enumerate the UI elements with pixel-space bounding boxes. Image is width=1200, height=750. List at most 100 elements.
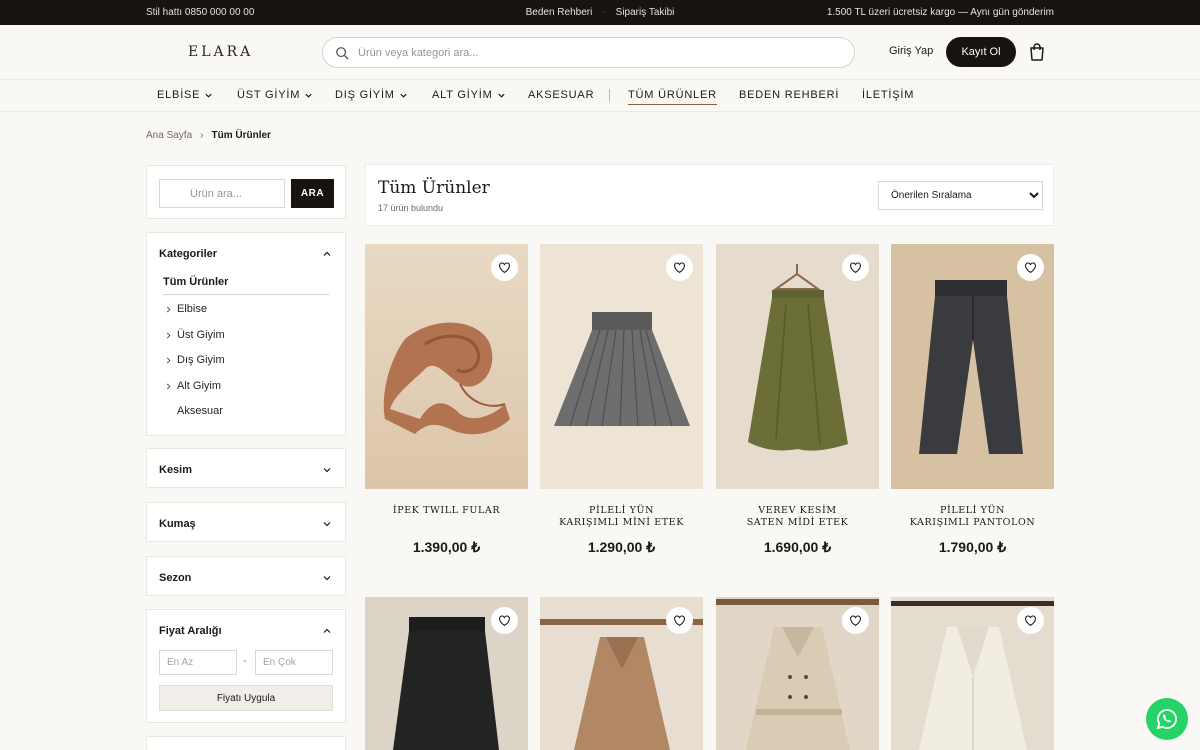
chevron-down-icon — [205, 93, 212, 98]
categories-panel: Kategoriler Tüm Ürünler Elbise Üst Giyim… — [146, 232, 346, 436]
product-card[interactable]: PİLELİ YÜN KARIŞIMLI MİNİ ETEK 1.290,00 … — [540, 244, 703, 556]
product-image[interactable] — [891, 597, 1054, 750]
chevron-down-icon — [323, 468, 331, 473]
nav-item-iletisim[interactable]: İLETİŞİM — [862, 89, 914, 101]
heart-icon — [499, 262, 510, 273]
category-ust-giyim[interactable]: Üst Giyim — [165, 329, 225, 341]
favorite-button[interactable] — [1017, 607, 1044, 634]
whatsapp-icon — [1156, 709, 1177, 730]
product-image[interactable] — [540, 244, 703, 489]
breadcrumb-separator: › — [200, 130, 204, 141]
category-dis-giyim[interactable]: Dış Giyim — [165, 354, 225, 366]
category-elbise[interactable]: Elbise — [165, 303, 207, 315]
login-link[interactable]: Giriş Yap — [889, 45, 933, 57]
nav-item-alt-giyim[interactable]: ALT GİYİM — [432, 89, 506, 101]
header-search — [322, 37, 855, 68]
product-card[interactable] — [540, 597, 703, 750]
product-image[interactable] — [716, 244, 879, 489]
shipping-promo-text: 1.500 TL üzeri ücretsiz kargo — Aynı gün… — [826, 7, 1054, 18]
product-price: 1.290,00 ₺ — [587, 539, 656, 555]
product-name[interactable]: VEREV KESİM SATEN MİDİ ETEK — [716, 505, 879, 529]
sidebar-search-button[interactable]: ARA — [291, 179, 334, 208]
product-image[interactable] — [540, 597, 703, 750]
chevron-up-icon[interactable] — [322, 249, 332, 259]
product-card[interactable] — [891, 597, 1054, 750]
price-range-panel: Fiyat Aralığı - Fiyatı Uygula — [146, 609, 346, 723]
filter-sezon-label: Sezon — [159, 572, 192, 584]
heart-icon — [499, 615, 510, 626]
categories-title[interactable]: Kategoriler — [159, 248, 217, 260]
top-bar: Stil hattı 0850 000 00 00 Beden Rehberi … — [0, 0, 1200, 25]
chevron-right-icon — [166, 306, 171, 312]
filter-kesim[interactable]: Kesim — [146, 448, 346, 488]
nav-item-tum-urunler[interactable]: TÜM ÜRÜNLER — [628, 89, 717, 105]
product-image[interactable] — [891, 244, 1054, 489]
main-nav: ELBİSE ÜST GİYİM DIŞ GİYİM ALT GİYİM AKS… — [0, 80, 1200, 112]
product-card[interactable]: VEREV KESİM SATEN MİDİ ETEK 1.690,00 ₺ — [716, 244, 879, 556]
chevron-right-icon — [166, 357, 171, 363]
chevron-down-icon — [323, 522, 331, 527]
price-max-input[interactable] — [255, 650, 333, 675]
heart-icon — [1025, 262, 1036, 273]
filter-sezon[interactable]: Sezon — [146, 556, 346, 596]
logo[interactable]: ELARA — [188, 44, 253, 60]
favorite-button[interactable] — [491, 254, 518, 281]
favorite-button[interactable] — [666, 607, 693, 634]
product-image[interactable] — [365, 597, 528, 750]
product-price: 1.390,00 ₺ — [412, 539, 481, 555]
favorite-button[interactable] — [666, 254, 693, 281]
heart-icon — [850, 262, 861, 273]
chevron-up-icon[interactable] — [322, 626, 332, 636]
product-card[interactable] — [365, 597, 528, 750]
signup-button[interactable]: Kayıt Ol — [946, 37, 1016, 67]
size-guide-link[interactable]: Beden Rehberi — [526, 7, 593, 18]
category-all[interactable]: Tüm Ürünler — [163, 276, 329, 295]
page-title: Tüm Ürünler — [378, 178, 490, 198]
filter-kumas[interactable]: Kumaş — [146, 502, 346, 542]
favorite-button[interactable] — [842, 607, 869, 634]
whatsapp-button[interactable] — [1146, 698, 1188, 740]
product-price: 1.690,00 ₺ — [763, 539, 832, 555]
listing-header: Tüm Ürünler 17 ürün bulundu Önerilen Sır… — [365, 164, 1054, 226]
price-dash: - — [243, 656, 247, 667]
product-card[interactable]: PİLELİ YÜN KARIŞIMLI PANTOLON 1.790,00 ₺ — [891, 244, 1054, 556]
nav-item-aksesuar[interactable]: AKSESUAR — [528, 89, 594, 101]
order-tracking-link[interactable]: Sipariş Takibi — [616, 7, 675, 18]
chevron-down-icon — [323, 576, 331, 581]
filter-panel-partial — [146, 736, 346, 750]
product-image[interactable] — [365, 244, 528, 489]
nav-item-elbise[interactable]: ELBİSE — [157, 89, 213, 101]
apply-price-button[interactable]: Fiyatı Uygula — [159, 685, 333, 711]
shopping-bag-icon[interactable] — [1027, 42, 1047, 62]
breadcrumb-home[interactable]: Ana Sayfa — [146, 130, 192, 141]
product-name[interactable]: İPEK TWILL FULAR — [365, 505, 528, 529]
favorite-button[interactable] — [491, 607, 518, 634]
nav-item-beden-rehberi[interactable]: BEDEN REHBERİ — [739, 89, 839, 101]
price-min-input[interactable] — [159, 650, 237, 675]
sort-select[interactable]: Önerilen Sıralama — [878, 181, 1043, 210]
product-name[interactable]: PİLELİ YÜN KARIŞIMLI MİNİ ETEK — [540, 505, 703, 529]
product-price: 1.790,00 ₺ — [938, 539, 1007, 555]
nav-item-ust-giyim[interactable]: ÜST GİYİM — [237, 89, 313, 101]
nav-item-dis-giyim[interactable]: DIŞ GİYİM — [335, 89, 408, 101]
favorite-button[interactable] — [1017, 254, 1044, 281]
heart-icon — [850, 615, 861, 626]
chevron-right-icon — [166, 383, 171, 389]
category-aksesuar[interactable]: Aksesuar — [177, 405, 223, 417]
header-search-input[interactable] — [358, 46, 838, 59]
heart-icon — [674, 262, 685, 273]
chevron-down-icon — [305, 93, 312, 98]
product-card[interactable] — [716, 597, 879, 750]
sidebar-search: ARA — [146, 165, 346, 219]
sidebar-search-input[interactable] — [159, 179, 285, 208]
nav-divider — [609, 89, 610, 102]
category-alt-giyim[interactable]: Alt Giyim — [165, 380, 221, 392]
product-image[interactable] — [716, 597, 879, 750]
heart-icon — [1025, 615, 1036, 626]
price-range-title[interactable]: Fiyat Aralığı — [159, 625, 222, 637]
separator: · — [602, 7, 606, 18]
breadcrumb-current: Tüm Ürünler — [211, 130, 271, 141]
product-name[interactable]: PİLELİ YÜN KARIŞIMLI PANTOLON — [891, 505, 1054, 529]
product-card[interactable]: İPEK TWILL FULAR 1.390,00 ₺ — [365, 244, 528, 556]
favorite-button[interactable] — [842, 254, 869, 281]
